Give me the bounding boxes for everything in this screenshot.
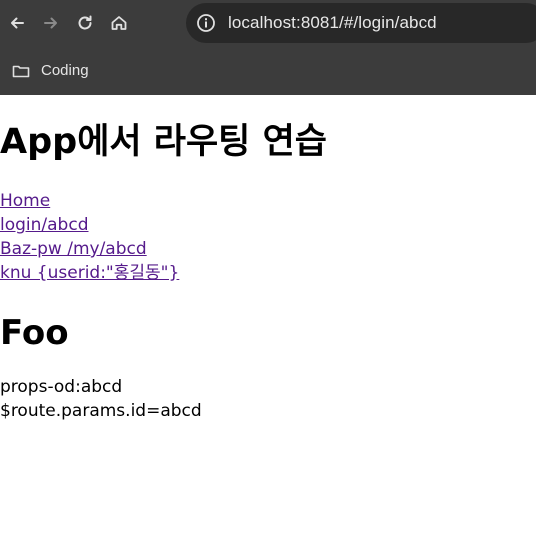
bookmark-label: Coding — [41, 62, 89, 79]
browser-toolbar: localhost:8081/#/login/abcd — [0, 0, 536, 46]
bookmark-coding[interactable]: Coding — [7, 57, 93, 85]
back-arrow-icon — [11, 17, 24, 29]
reload-button[interactable] — [68, 6, 102, 40]
nav-links: Home login/abcd Baz-pw /my/abcd knu {use… — [0, 189, 536, 285]
link-login[interactable]: login/abcd — [0, 213, 536, 237]
forward-arrow-icon — [44, 17, 57, 29]
page-content: App에서 라우팅 연습 Home login/abcd Baz-pw /my/… — [0, 95, 536, 423]
props-text: props-od:abcd — [0, 377, 123, 397]
params-text: $route.params.id=abcd — [0, 401, 202, 421]
bookmarks-bar: Coding — [0, 46, 536, 95]
link-home[interactable]: Home — [0, 189, 536, 213]
link-baz[interactable]: Baz-pw /my/abcd — [0, 237, 536, 261]
site-info-icon[interactable] — [196, 13, 216, 33]
back-button[interactable] — [0, 6, 34, 40]
home-button[interactable] — [102, 6, 136, 40]
link-knu[interactable]: knu {userid:"홍길동"} — [0, 261, 536, 285]
page-title: App에서 라우팅 연습 — [0, 122, 327, 162]
view-title: Foo — [0, 313, 69, 353]
reload-icon — [78, 15, 92, 30]
folder-icon — [12, 65, 30, 77]
url-text[interactable]: localhost:8081/#/login/abcd — [228, 13, 437, 33]
address-bar[interactable]: localhost:8081/#/login/abcd — [186, 3, 536, 43]
forward-button[interactable] — [34, 6, 68, 40]
home-icon — [111, 16, 127, 30]
